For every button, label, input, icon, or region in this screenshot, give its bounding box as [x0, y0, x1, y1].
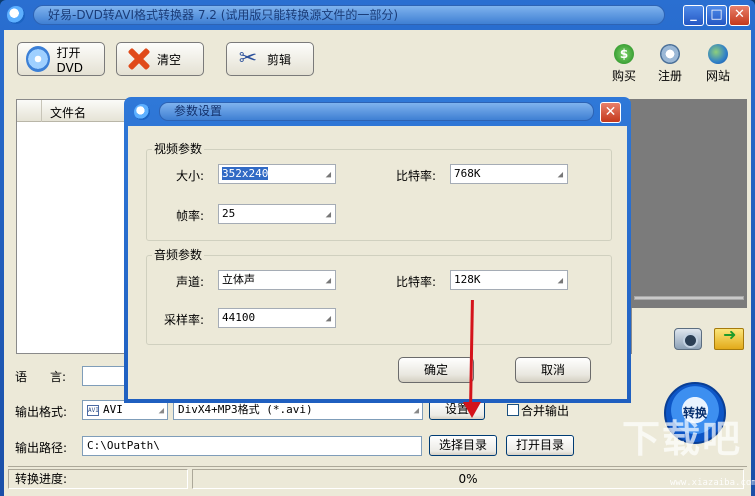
dialog-close-button[interactable]: ✕	[600, 102, 621, 123]
watermark-logo: 下载吧	[622, 417, 743, 461]
buy-label: 购买	[611, 69, 636, 83]
register-button[interactable]: 注册	[653, 44, 687, 84]
app-icon	[7, 6, 25, 24]
video-bitrate-label: 比特率:	[396, 169, 437, 183]
size-label: 大小:	[176, 169, 205, 183]
open-folder-icon[interactable]	[714, 325, 744, 350]
audio-bitrate-label: 比特率:	[396, 275, 437, 289]
video-bitrate-value: 768K	[454, 167, 481, 180]
language-label-1: 语	[15, 370, 28, 384]
dialog-app-icon	[134, 104, 150, 120]
audio-bitrate-value: 128K	[454, 273, 481, 286]
language-label-2: 言:	[50, 370, 67, 384]
fps-select[interactable]: 25 ◢	[218, 204, 336, 224]
register-icon	[660, 44, 680, 64]
title-bar[interactable]: 好易-DVD转AVI格式转换器 7.2 (试用版只能转换源文件的一部分) _ □…	[0, 0, 755, 30]
dropdown-arrow-icon: ◢	[557, 170, 563, 180]
edit-label: 剪辑	[267, 52, 292, 67]
maximize-button[interactable]: □	[706, 5, 727, 26]
merge-output-label: 合并输出	[521, 404, 570, 418]
language-select[interactable]	[82, 366, 128, 386]
edit-button[interactable]: ✂ 剪辑	[226, 42, 314, 76]
video-params-group	[146, 149, 612, 241]
progress-bar: 0%	[192, 469, 744, 489]
dropdown-arrow-icon: ◢	[325, 314, 331, 324]
video-bitrate-select[interactable]: 768K ◢	[450, 164, 568, 184]
output-format-value: AVI	[103, 403, 123, 416]
dollar-icon: $	[614, 44, 634, 64]
ok-button[interactable]: 确定	[398, 357, 474, 383]
clear-button[interactable]: 清空	[116, 42, 204, 76]
cancel-button[interactable]: 取消	[515, 357, 591, 383]
codec-select[interactable]: DivX4+MP3格式 (*.avi) ◢	[173, 400, 423, 420]
open-dvd-label: 打开DVD	[56, 45, 83, 75]
channel-select[interactable]: 立体声 ◢	[218, 270, 336, 290]
dropdown-arrow-icon: ◢	[325, 276, 331, 286]
samplerate-select[interactable]: 44100 ◢	[218, 308, 336, 328]
output-format-select[interactable]: AVI AVI ◢	[82, 400, 168, 420]
register-label: 注册	[657, 69, 682, 83]
video-preview	[630, 99, 747, 308]
list-header-check-column[interactable]	[17, 100, 42, 122]
dropdown-arrow-icon: ◢	[325, 170, 331, 180]
dropdown-arrow-icon: ◢	[413, 406, 419, 416]
video-params-title: 视频参数	[152, 140, 205, 157]
samplerate-label: 采样率:	[164, 313, 205, 327]
channel-label: 声道:	[176, 275, 205, 289]
channel-value: 立体声	[222, 273, 255, 286]
scissors-icon: ✂	[238, 46, 258, 71]
output-format-label: 输出格式:	[15, 405, 68, 419]
progress-value: 0%	[458, 472, 478, 486]
dropdown-arrow-icon: ◢	[325, 210, 331, 220]
merge-output-checkbox[interactable]	[507, 404, 519, 416]
fps-label: 帧率:	[176, 209, 205, 223]
output-path-label: 输出路径:	[15, 441, 68, 455]
open-directory-button[interactable]: 打开目录	[506, 435, 574, 456]
window-title: 好易-DVD转AVI格式转换器 7.2 (试用版只能转换源文件的一部分)	[33, 5, 665, 25]
settings-dialog: 参数设置 ✕ 视频参数 大小: 352x240 ◢ 比特率: 768K ◢ 帧率…	[124, 97, 631, 403]
dropdown-arrow-icon: ◢	[557, 276, 563, 286]
close-button[interactable]: ✕	[729, 5, 750, 26]
dropdown-arrow-icon: ◢	[158, 406, 164, 416]
status-bar: 转换进度: 0%	[8, 466, 747, 490]
dialog-title-bar[interactable]: 参数设置 ✕	[124, 97, 631, 126]
audio-bitrate-select[interactable]: 128K ◢	[450, 270, 568, 290]
progress-label: 转换进度:	[8, 469, 188, 489]
size-value: 352x240	[222, 167, 269, 180]
size-select[interactable]: 352x240 ◢	[218, 164, 336, 184]
list-header-filename[interactable]: 文件名	[50, 104, 86, 121]
choose-directory-button[interactable]: 选择目录	[429, 435, 497, 456]
audio-params-title: 音频参数	[152, 246, 205, 263]
website-label: 网站	[705, 69, 730, 83]
buy-button[interactable]: $ 购买	[607, 44, 641, 84]
dialog-title: 参数设置	[159, 102, 594, 121]
open-dvd-button[interactable]: 打开DVD	[17, 42, 105, 76]
output-path-input[interactable]: C:\OutPath\	[82, 436, 422, 456]
website-button[interactable]: 网站	[701, 44, 735, 84]
minimize-button[interactable]: _	[683, 5, 704, 26]
samplerate-value: 44100	[222, 311, 256, 324]
dialog-body: 视频参数 大小: 352x240 ◢ 比特率: 768K ◢ 帧率: 25 ◢ …	[128, 126, 627, 399]
annotation-arrow-head	[463, 402, 481, 418]
codec-value: DivX4+MP3格式 (*.avi)	[178, 403, 313, 416]
snapshot-camera-icon[interactable]	[674, 328, 702, 350]
clear-x-icon	[125, 46, 151, 72]
watermark-url: www.xiazaiba.com	[670, 478, 755, 488]
dvd-icon	[26, 46, 51, 72]
globe-icon	[708, 44, 728, 64]
audio-params-group	[146, 255, 612, 345]
clear-label: 清空	[157, 52, 182, 67]
fps-value: 25	[222, 207, 236, 220]
preview-seek-bar[interactable]	[634, 296, 744, 300]
avi-file-icon: AVI	[87, 404, 99, 416]
